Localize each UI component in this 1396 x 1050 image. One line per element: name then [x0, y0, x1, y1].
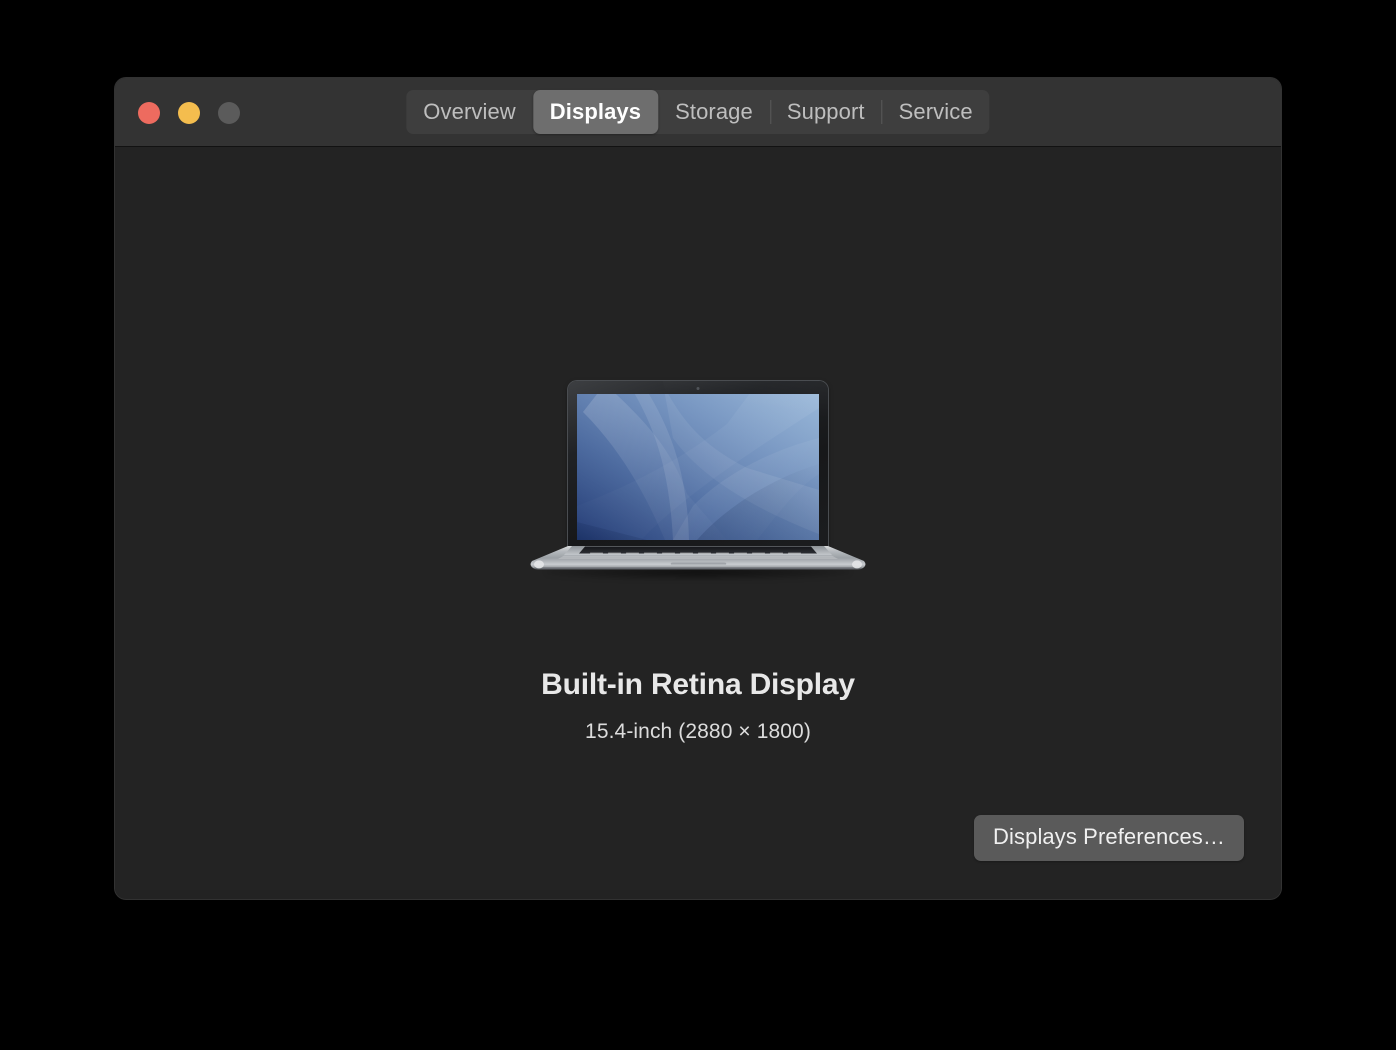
tab-segmented-control: Overview Displays Storage Support Servic… — [406, 90, 990, 134]
desktop-wallpaper-image — [577, 394, 819, 540]
display-info-block: Built-in Retina Display 15.4-inch (2880 … — [115, 667, 1281, 744]
tab-service-label: Service — [898, 99, 973, 124]
tab-overview[interactable]: Overview — [406, 90, 533, 134]
displays-preferences-button[interactable]: Displays Preferences… — [974, 815, 1244, 861]
window-titlebar[interactable]: Overview Displays Storage Support Servic… — [115, 78, 1281, 147]
tab-storage-label: Storage — [675, 99, 753, 124]
tab-support-label: Support — [786, 99, 865, 124]
laptop-keyboard-deck — [530, 546, 866, 570]
laptop-lid: MacBook Pro — [568, 381, 828, 556]
tab-displays-label: Displays — [549, 99, 642, 124]
displays-tab-panel: MacBook Pro — [115, 147, 1281, 898]
about-this-mac-window: Overview Displays Storage Support Servic… — [115, 78, 1281, 899]
laptop-screen — [577, 394, 819, 540]
tab-overview-label: Overview — [423, 99, 516, 124]
laptop-base — [528, 546, 868, 574]
traffic-light-group — [138, 78, 240, 147]
minimize-window-button[interactable] — [178, 101, 200, 124]
tab-service[interactable]: Service — [881, 90, 990, 134]
macbook-illustration: MacBook Pro — [528, 378, 868, 588]
tab-displays[interactable]: Displays — [532, 90, 659, 134]
desktop-backdrop: Overview Displays Storage Support Servic… — [0, 0, 1396, 1050]
tab-storage[interactable]: Storage — [658, 90, 770, 134]
zoom-window-button[interactable] — [218, 101, 240, 124]
display-specification: 15.4-inch (2880 × 1800) — [585, 720, 811, 743]
close-window-button[interactable] — [138, 101, 160, 124]
tab-support[interactable]: Support — [769, 90, 882, 134]
facetime-camera-icon — [696, 387, 700, 390]
display-name: Built-in Retina Display — [541, 668, 855, 701]
